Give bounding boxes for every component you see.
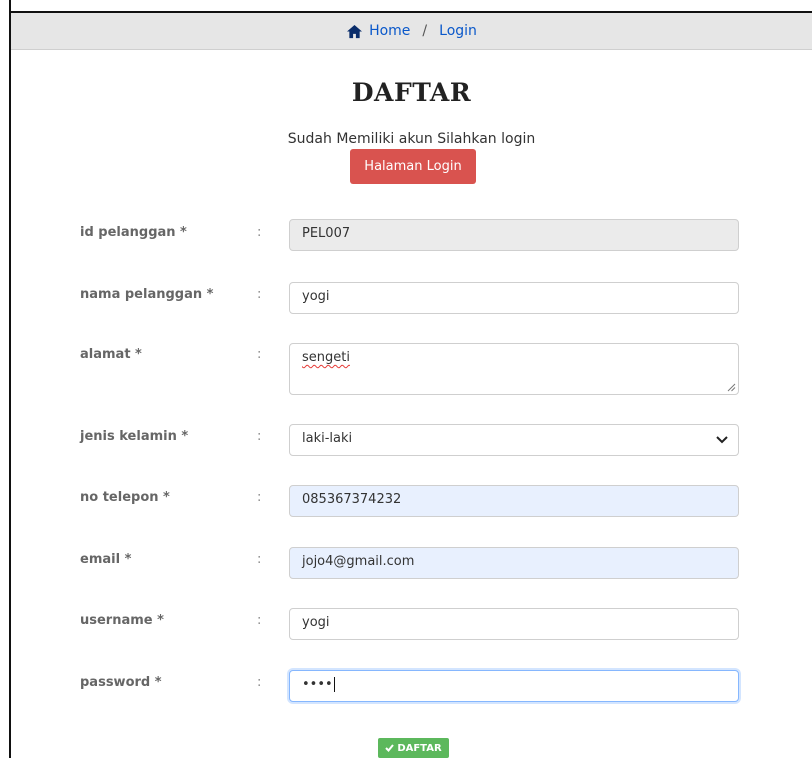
page-title: DAFTAR	[351, 78, 472, 107]
nama-pelanggan-value: yogi	[302, 289, 330, 304]
username-value: yogi	[302, 615, 330, 630]
colon: :	[257, 287, 262, 302]
nama-pelanggan-input[interactable]: yogi	[289, 282, 739, 314]
chevron-down-icon	[716, 436, 728, 444]
jenis-kelamin-select[interactable]: laki-laki	[289, 424, 739, 456]
form-row-username: username * : yogi	[11, 608, 812, 653]
label-id-pelanggan: id pelanggan *	[80, 225, 187, 240]
label-no-telepon: no telepon *	[80, 490, 170, 505]
label-password: password *	[80, 675, 162, 690]
form-row-email: email * : jojo4@gmail.com	[11, 547, 812, 592]
form-row-no-telepon: no telepon * : 085367374232	[11, 485, 812, 530]
password-value: ••••	[302, 677, 333, 692]
label-username: username *	[80, 613, 164, 628]
breadcrumb-home-link[interactable]: Home	[346, 23, 410, 39]
email-input[interactable]: jojo4@gmail.com	[289, 547, 739, 579]
colon: :	[257, 225, 262, 240]
colon: :	[257, 429, 262, 444]
password-input[interactable]: ••••	[289, 670, 739, 702]
login-prompt-text: Sudah Memiliki akun Silahkan login	[287, 131, 536, 147]
label-email: email *	[80, 552, 132, 567]
form-row-alamat: alamat * : sengeti	[11, 343, 812, 407]
breadcrumb: Home / Login	[11, 13, 812, 50]
breadcrumb-current: Login	[439, 23, 477, 39]
username-input[interactable]: yogi	[289, 608, 739, 640]
colon: :	[257, 675, 262, 690]
text-caret	[333, 677, 335, 692]
checkmark-icon	[385, 744, 395, 752]
alamat-value: sengeti	[302, 350, 350, 365]
form-row-nama-pelanggan: nama pelanggan * : yogi	[11, 282, 812, 327]
alamat-textarea[interactable]: sengeti	[289, 343, 739, 395]
label-jenis-kelamin: jenis kelamin *	[80, 429, 189, 444]
breadcrumb-home-label[interactable]: Home	[369, 23, 410, 39]
no-telepon-value: 085367374232	[302, 492, 402, 507]
window-left-border	[0, 0, 11, 758]
email-value: jojo4@gmail.com	[302, 554, 415, 569]
jenis-kelamin-value: laki-laki	[302, 431, 353, 446]
no-telepon-input[interactable]: 085367374232	[289, 485, 739, 517]
id-pelanggan-value: PEL007	[302, 226, 351, 241]
form-row-id-pelanggan: id pelanggan * : PEL007	[11, 219, 812, 265]
home-icon	[347, 24, 363, 38]
id-pelanggan-input: PEL007	[289, 219, 739, 251]
breadcrumb-separator: /	[422, 23, 428, 39]
form-row-jenis-kelamin: jenis kelamin * : laki-laki	[11, 424, 812, 469]
form-row-password: password * : ••••	[11, 670, 812, 715]
login-page-button[interactable]: Halaman Login	[350, 149, 476, 184]
colon: :	[257, 347, 262, 362]
daftar-submit-label: DAFTAR	[397, 742, 442, 754]
colon: :	[257, 613, 262, 628]
colon: :	[257, 490, 262, 505]
label-alamat: alamat *	[80, 347, 142, 362]
label-nama-pelanggan: nama pelanggan *	[80, 287, 214, 302]
resize-grip-icon[interactable]	[727, 383, 736, 392]
colon: :	[257, 552, 262, 567]
daftar-submit-button[interactable]: DAFTAR	[378, 738, 449, 758]
window-top-border	[0, 0, 812, 13]
